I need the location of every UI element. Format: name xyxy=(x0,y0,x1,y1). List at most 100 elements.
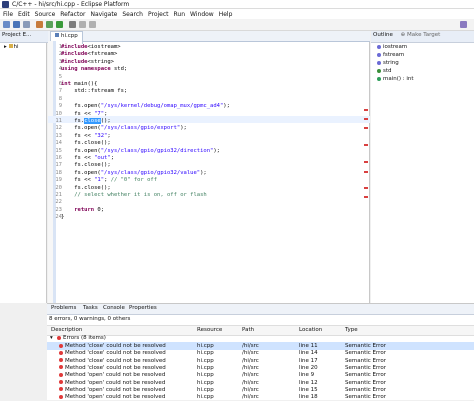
code-token: <iostream> xyxy=(87,44,121,50)
outline-tab[interactable]: Outline xyxy=(373,32,393,38)
error-overview-marker[interactable] xyxy=(364,161,368,163)
menu-file[interactable]: File xyxy=(0,9,15,18)
menu-source[interactable]: Source xyxy=(32,9,58,18)
make-target-tab[interactable]: ⊕ Make Target xyxy=(401,32,441,38)
save-icon[interactable] xyxy=(13,21,20,28)
menu-refactor[interactable]: Refactor xyxy=(57,9,87,18)
error-overview-marker[interactable] xyxy=(364,118,368,120)
problem-description-text: Method 'close' could not be resolved xyxy=(65,364,166,371)
outline-item[interactable]: main() : int xyxy=(377,76,414,82)
code-line: #include<iostream> xyxy=(61,44,121,50)
code-token: ); xyxy=(213,147,220,154)
error-overview-marker[interactable] xyxy=(364,109,368,111)
outline-item[interactable]: iostream xyxy=(377,44,407,50)
code-token: fs << xyxy=(61,177,95,184)
tab-tasks[interactable]: Tasks xyxy=(83,305,98,311)
column-type[interactable]: Type xyxy=(345,327,358,333)
debug-icon[interactable] xyxy=(46,21,53,28)
code-line: fs << "1"; // "0" for off xyxy=(61,177,157,183)
error-overview-marker[interactable] xyxy=(364,171,368,173)
new-file-icon[interactable] xyxy=(3,21,10,28)
column-resource[interactable]: Resource xyxy=(197,327,222,333)
group-expand-icon[interactable]: ▾ xyxy=(50,335,53,341)
menu-search[interactable]: Search xyxy=(119,9,145,18)
code-line: #include<fstream> xyxy=(61,51,117,57)
code-token: "/sys/class/gpio/export" xyxy=(100,125,181,132)
problem-type-cell: Semantic Error xyxy=(345,350,386,357)
code-line: fs.close(); xyxy=(61,162,110,168)
problem-loc-cell: line 12 xyxy=(299,379,318,386)
tab-console[interactable]: Console xyxy=(103,305,125,311)
error-icon xyxy=(59,343,63,348)
code-line: fs.close(); xyxy=(61,140,110,146)
code-token: fs.open( xyxy=(61,125,101,132)
code-token: ; xyxy=(107,132,111,139)
code-token: "32" xyxy=(94,132,108,139)
error-icon xyxy=(59,380,63,384)
main-toolbar xyxy=(0,19,474,31)
outline-item[interactable]: std xyxy=(377,68,392,74)
problem-desc-cell: Method 'open' could not be resolved xyxy=(59,387,165,393)
menu-help[interactable]: Help xyxy=(216,9,235,18)
code-token: int xyxy=(61,81,71,87)
project-explorer-tab-label: Project E... xyxy=(2,32,32,38)
back-icon[interactable] xyxy=(79,21,86,28)
problem-type-cell: Semantic Error xyxy=(345,372,386,379)
errors-group-text: Errors (8 items) xyxy=(63,335,106,341)
errors-group-row[interactable]: ▾ Errors (8 items) xyxy=(47,334,474,342)
error-overview-marker[interactable] xyxy=(364,144,368,146)
search-icon[interactable] xyxy=(69,21,76,28)
column-location[interactable]: Location xyxy=(299,327,322,333)
error-icon xyxy=(57,335,61,340)
forward-icon[interactable] xyxy=(89,21,96,28)
window-title: C/C++ - hi/src/hi.cpp - Eclipse Platform xyxy=(12,1,130,8)
error-icon xyxy=(59,372,63,377)
project-explorer-tab[interactable]: Project E... xyxy=(0,31,51,43)
error-overview-marker[interactable] xyxy=(364,187,368,189)
problem-loc-cell: line 9 xyxy=(299,372,315,379)
problem-loc-cell: line 11 xyxy=(299,343,318,349)
perspective-icon[interactable] xyxy=(460,21,467,28)
code-token: <fstream> xyxy=(87,51,118,58)
code-line: return 0; xyxy=(61,207,104,213)
error-overview-marker[interactable] xyxy=(364,127,368,129)
include-icon xyxy=(377,44,381,49)
function-icon xyxy=(377,76,381,81)
tab-properties[interactable]: Properties xyxy=(129,305,157,311)
selected-token: close xyxy=(84,118,101,124)
code-token: fs. xyxy=(61,118,85,124)
problem-type-cell: Semantic Error xyxy=(345,364,386,371)
menu-project[interactable]: Project xyxy=(145,9,171,18)
outline-panel: Outline ⊕ Make Target iostream fstream str… xyxy=(371,31,474,303)
cpp-file-icon xyxy=(55,33,59,37)
code-token: 0; xyxy=(94,206,105,213)
column-path[interactable]: Path xyxy=(242,327,254,333)
column-description[interactable]: Description xyxy=(51,327,82,333)
code-token: ; xyxy=(110,155,114,161)
error-overview-marker[interactable] xyxy=(364,196,368,198)
outline-item-label: iostream xyxy=(383,44,408,50)
error-icon xyxy=(59,394,63,399)
code-token: fs << xyxy=(61,155,95,161)
problem-path-cell: /hi/src xyxy=(242,394,259,401)
outline-item[interactable]: string xyxy=(377,60,399,66)
code-token: #include xyxy=(61,51,88,58)
build-icon[interactable] xyxy=(36,21,43,28)
print-icon[interactable] xyxy=(23,21,30,28)
menu-window[interactable]: Window xyxy=(187,9,216,18)
problem-path-cell: /hi/src xyxy=(242,386,259,393)
tab-problems[interactable]: Problems xyxy=(51,305,76,311)
code-token: "7" xyxy=(94,110,105,117)
code-token: "1" xyxy=(94,177,105,184)
menu-edit[interactable]: Edit xyxy=(15,9,32,18)
line-number: 5 xyxy=(58,73,62,80)
menu-run[interactable]: Run xyxy=(171,9,188,18)
run-icon[interactable] xyxy=(56,21,63,28)
project-tree-item-hi[interactable]: ▸ hi xyxy=(4,44,19,50)
outline-item-label: std xyxy=(383,68,392,74)
outline-item[interactable]: fstream xyxy=(377,52,404,58)
problem-description-text: Method 'close' could not be resolved xyxy=(65,350,166,357)
menu-navigate[interactable]: Navigate xyxy=(87,9,119,18)
outline-item-label: string xyxy=(383,60,399,66)
